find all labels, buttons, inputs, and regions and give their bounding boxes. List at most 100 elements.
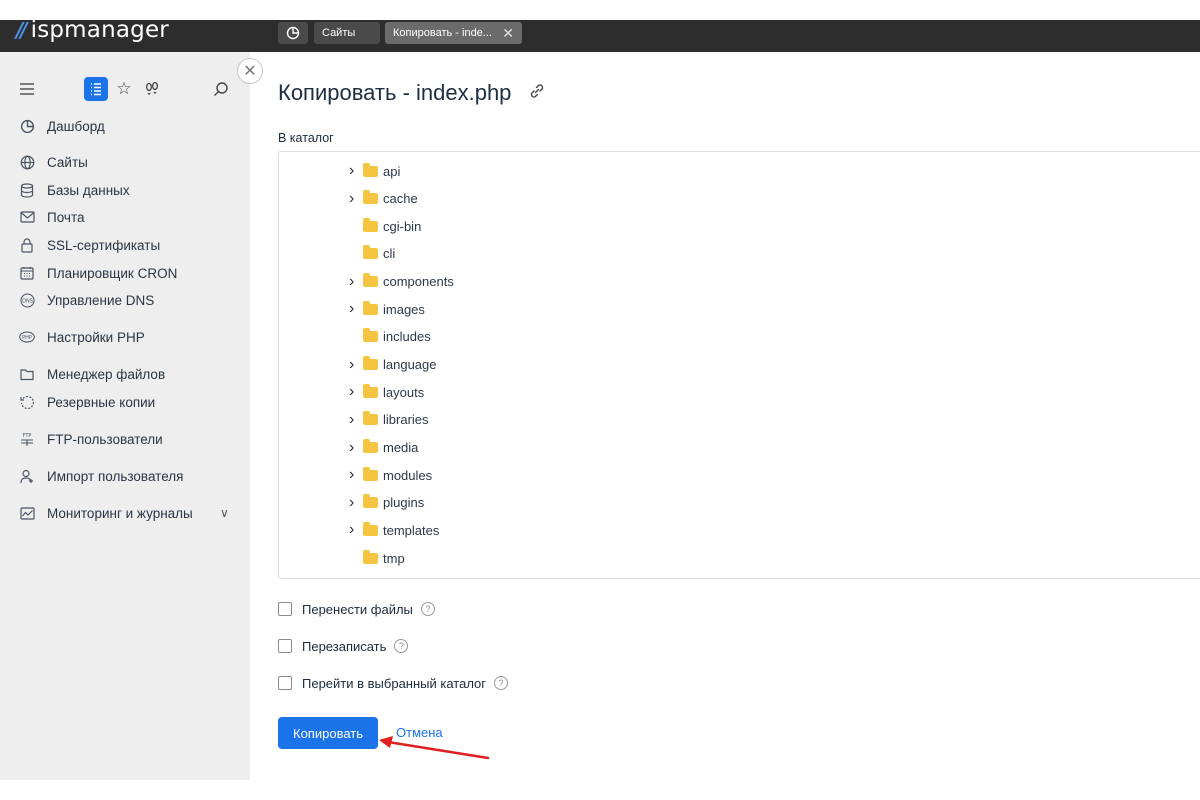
chevron-right-icon[interactable]: › [349,466,363,484]
chevron-right-icon[interactable]: › [349,383,363,401]
folder-icon [18,365,36,383]
tree-folder-plugins[interactable]: › plugins [349,493,424,513]
monitoring-icon [18,504,36,522]
folder-icon [363,411,378,426]
sidebar-item-label: Управление DNS [47,292,155,308]
copy-button[interactable]: Копировать [278,717,378,749]
link-icon[interactable] [529,83,545,104]
folder-name: plugins [383,495,425,511]
tree-folder-media[interactable]: › media [349,438,418,458]
folder-icon [363,328,378,343]
folder-icon [363,494,378,509]
dashboard-tab[interactable] [278,22,308,44]
option-overwrite[interactable]: Перезаписать ? [278,637,409,655]
folder-icon [363,383,378,398]
sidebar-item-label: Менеджер файлов [47,366,166,382]
sidebar-item-label: Почта [47,209,85,225]
chevron-right-icon[interactable]: › [349,300,363,318]
sidebar-item-label: Мониторинг и журналы [47,505,193,521]
folder-name: language [383,357,437,373]
sidebar-item-backups[interactable]: Резервные копии [18,392,155,412]
tree-folder-includes[interactable]: includes [349,327,431,347]
sidebar-item-label: FTP-пользователи [47,431,163,447]
sidebar-item-label: Импорт пользователя [47,468,184,484]
overwrite-checkbox[interactable] [278,639,292,653]
option-go-to-directory[interactable]: Перейти в выбранный каталог ? [278,674,509,692]
sidebar-item-label: Дашборд [47,118,105,134]
list-view-icon[interactable] [84,77,108,101]
tree-folder-cache[interactable]: › cache [349,189,418,209]
tree-folder-images[interactable]: › images [349,299,425,319]
close-icon[interactable]: ✕ [502,25,514,42]
sidebar-item-ssl[interactable]: SSL-сертификаты [18,235,160,255]
tab-label: Сайты [322,27,356,39]
chevron-right-icon[interactable]: › [349,190,363,208]
top-margin [0,0,1200,20]
sidebar-item-cron[interactable]: Планировщик CRON [18,263,177,283]
chevron-right-icon[interactable]: › [349,411,363,429]
sidebar-item-php[interactable]: PHP Настройки PHP [18,327,145,347]
tree-folder-tmp[interactable]: tmp [349,548,405,568]
folder-name: cgi-bin [383,218,422,234]
move-files-checkbox[interactable] [278,602,292,616]
tree-folder-templates[interactable]: › templates [349,520,439,540]
directory-tree[interactable]: › api › cache cgi-bin cli › components › images in… [278,151,1200,579]
folder-name: layouts [383,384,425,400]
chevron-down-icon[interactable]: ∨ [220,506,229,520]
tree-folder-components[interactable]: › components [349,272,454,292]
chevron-right-icon[interactable]: › [349,273,363,291]
sidebar-item-ftp[interactable]: FTP FTP-пользователи [18,429,163,449]
chevron-right-icon[interactable]: › [349,439,363,457]
sidebar-item-dns[interactable]: DNS Управление DNS [18,290,154,310]
help-icon[interactable]: ? [394,639,409,653]
database-icon [18,181,36,199]
svg-text:FTP: FTP [23,433,32,439]
sidebar-item-sites[interactable]: Сайты [18,152,88,172]
folder-name: components [383,274,454,290]
sidebar-item-file-manager[interactable]: Менеджер файлов [18,364,165,384]
footprints-icon[interactable] [143,80,161,98]
folder-icon [363,466,378,481]
backup-icon [18,393,36,411]
chevron-right-icon[interactable]: › [349,356,363,374]
page-title-text: Копировать - index.php [278,80,512,105]
star-icon[interactable]: ☆ [115,79,133,99]
sidebar-item-dashboard[interactable]: Дашборд [18,116,105,136]
option-move-files[interactable]: Перенести файлы ? [278,600,435,618]
bottom-margin [0,780,1200,800]
tree-folder-api[interactable]: › api [349,161,400,181]
chevron-right-icon[interactable]: › [349,494,363,512]
search-icon[interactable] [212,80,230,98]
collapse-sidebar-button[interactable]: ✕ [237,58,263,84]
tree-folder-layouts[interactable]: › layouts [349,382,424,402]
sidebar-item-label: Настройки PHP [47,329,145,345]
sidebar-item-user-import[interactable]: Импорт пользователя [18,466,183,486]
help-icon[interactable]: ? [494,676,509,690]
tree-folder-cgi-bin[interactable]: cgi-bin [349,216,421,236]
tree-folder-cli[interactable]: cli [349,244,395,264]
tree-folder-language[interactable]: › language [349,355,437,375]
tab-sites[interactable]: Сайты [314,22,380,44]
folder-icon [363,190,378,205]
chevron-right-icon[interactable]: › [349,521,363,539]
sidebar-item-monitoring[interactable]: Мониторинг и журналы ∨ [18,503,238,523]
top-bar: // ispmanager Сайты Копировать - inde...… [0,17,1200,52]
tree-folder-libraries[interactable]: › libraries [349,410,429,430]
tree-folder-modules[interactable]: › modules [349,465,432,485]
folder-icon [363,217,378,232]
folder-name: cli [383,246,396,262]
dns-icon: DNS [18,291,36,309]
sidebar-item-mail[interactable]: Почта [18,207,85,227]
help-icon[interactable]: ? [420,602,435,616]
option-label: Перезаписать [302,638,387,654]
chevron-right-icon[interactable]: › [349,162,363,180]
go-to-directory-checkbox[interactable] [278,676,292,690]
menu-icon[interactable] [18,80,36,98]
folder-icon [363,300,378,315]
sidebar-item-databases[interactable]: Базы данных [18,180,130,200]
folder-name: media [383,440,419,455]
tab-copy[interactable]: Копировать - inde... ✕ [385,22,522,44]
brand-logo[interactable]: // ispmanager [16,17,169,43]
dashboard-icon [18,117,36,135]
folder-name: includes [383,329,431,345]
